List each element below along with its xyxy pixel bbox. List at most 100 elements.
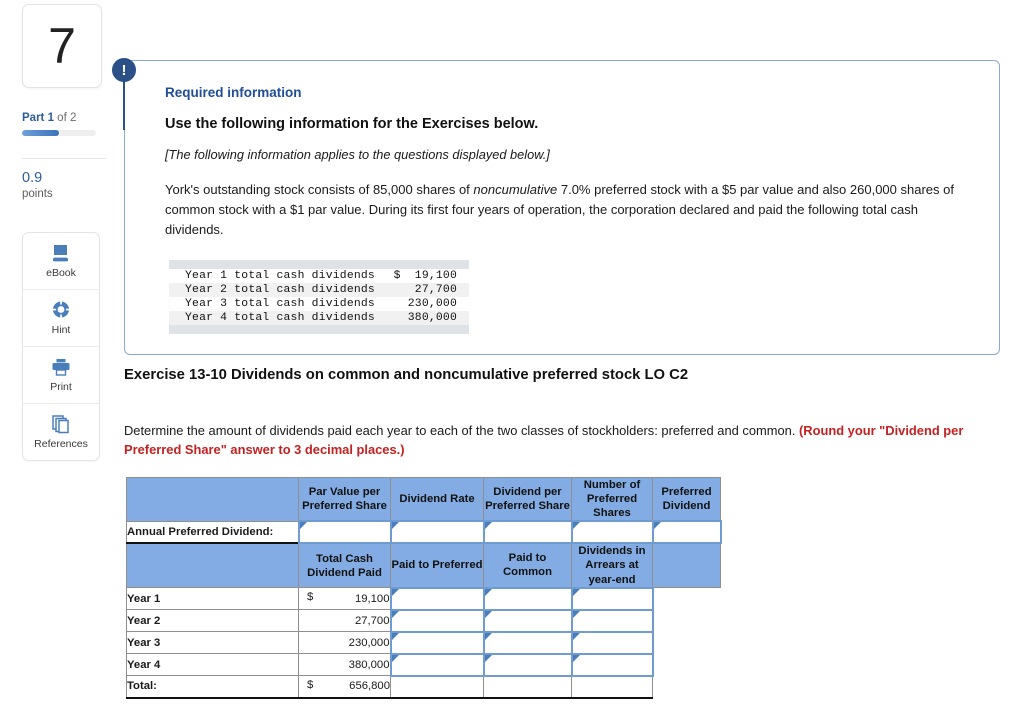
required-information-heading: Use the following information for the Ex… — [165, 116, 539, 132]
ebook-button[interactable]: eBook — [23, 233, 99, 290]
input-dividend-rate[interactable] — [389, 520, 485, 545]
header-par-value: Par Value per Preferred Share — [298, 477, 391, 522]
table-header-row-second: Total Cash Dividend Paid Paid to Preferr… — [126, 542, 721, 589]
input-paid-to-common-year-2[interactable] — [482, 608, 573, 633]
references-button[interactable]: References — [23, 404, 99, 460]
question-number-card: 7 — [22, 4, 102, 88]
input-paid-to-common-year-3[interactable] — [482, 630, 573, 655]
input-paid-to-preferred-year-1[interactable] — [389, 586, 485, 611]
question-left-rail: 7 Part 1 of 2 0.9 points eBook Hint Prin… — [0, 0, 112, 711]
print-button[interactable]: Print — [23, 347, 99, 404]
input-paid-to-common-year-4[interactable] — [482, 652, 573, 677]
header-cell-blank — [126, 477, 299, 522]
question-number: 7 — [48, 18, 76, 74]
header-total-cash-dividend-paid: Total Cash Dividend Paid — [298, 542, 391, 589]
dividend-summary-amount: $ 19,100 — [394, 270, 457, 282]
body-emphasis: noncumulative — [473, 182, 558, 197]
instruction-normal: Determine the amount of dividends paid e… — [124, 423, 799, 438]
header-number-preferred-shares: Number of Preferred Shares — [571, 477, 653, 522]
header-cell-blank-second — [126, 542, 299, 589]
dividend-summary-label: Year 2 total cash dividends — [185, 284, 375, 297]
input-arrears-year-3[interactable] — [570, 630, 654, 655]
header-paid-to-common: Paid to Common — [483, 542, 572, 589]
required-information-note: [The following information applies to th… — [165, 147, 550, 162]
cell-empty-year-2 — [652, 609, 721, 632]
rail-divider — [22, 158, 106, 159]
progress-fill — [22, 130, 59, 136]
hint-button[interactable]: Hint — [23, 290, 99, 347]
cell-total-paid-to-preferred — [390, 675, 484, 699]
input-dividend-per-preferred-share[interactable] — [482, 520, 573, 545]
exercise-instruction: Determine the amount of dividends paid e… — [124, 421, 994, 460]
dividend-answer-table: Par Value per Preferred Share Dividend R… — [126, 477, 722, 699]
cell-empty-year-3 — [652, 631, 721, 654]
points-value: 0.9 — [22, 170, 43, 186]
header-dividends-in-arrears: Dividends in Arrears at year-end — [571, 542, 653, 589]
exercise-title: Exercise 13-10 Dividends on common and n… — [124, 367, 689, 383]
amount-value: 656,800 — [349, 680, 390, 693]
required-information-body: York's outstanding stock consists of 85,… — [165, 180, 965, 239]
life-ring-icon — [50, 300, 72, 321]
dividend-summary-amount: 27,700 — [401, 284, 457, 296]
part-suffix: of 2 — [53, 112, 77, 124]
table-row: Year 3 230,000 — [126, 630, 721, 655]
input-preferred-dividend[interactable] — [651, 520, 722, 545]
dividend-summary-currency: $ — [393, 270, 401, 283]
alert-stem — [123, 80, 125, 130]
cell-total-cash-year-3: 230,000 — [298, 631, 391, 655]
cell-total-arrears — [571, 675, 653, 699]
table-row: Year 2 27,700 — [126, 608, 721, 633]
dividend-summary-row: Year 1 total cash dividends $ 19,100 — [169, 269, 469, 283]
header-paid-to-preferred: Paid to Preferred — [390, 542, 484, 589]
ebook-label: eBook — [46, 267, 76, 279]
dividend-summary-amount: 380,000 — [401, 312, 457, 324]
dividend-summary-cap-top — [169, 260, 469, 270]
cell-empty-year-1 — [652, 587, 721, 610]
input-paid-to-common-year-1[interactable] — [482, 586, 573, 611]
table-row: Year 1 $19,100 — [126, 586, 721, 611]
dividend-summary-row: Year 3 total cash dividends 230,000 — [169, 297, 469, 311]
row-label-year-3: Year 3 — [126, 631, 299, 655]
input-paid-to-preferred-year-3[interactable] — [389, 630, 485, 655]
body-text-part1: York's outstanding stock consists of 85,… — [165, 182, 474, 197]
row-label-total: Total: — [126, 675, 299, 699]
hint-label: Hint — [51, 324, 71, 336]
cell-empty-year-4 — [652, 653, 721, 676]
cell-total-cash-total: $656,800 — [298, 675, 391, 699]
annual-preferred-dividend-row: Annual Preferred Dividend: — [126, 520, 722, 545]
table-total-row: Total: $656,800 — [126, 675, 721, 699]
part-progress: Part 1 of 2 — [22, 112, 102, 136]
row-label-year-4: Year 4 — [126, 653, 299, 677]
annual-preferred-dividend-label: Annual Preferred Dividend: — [126, 520, 299, 544]
table-header-row-top: Par Value per Preferred Share Dividend R… — [126, 477, 721, 522]
input-paid-to-preferred-year-4[interactable] — [389, 652, 485, 677]
points-block: 0.9 points — [22, 170, 53, 202]
input-number-of-preferred-shares[interactable] — [570, 520, 654, 545]
printer-icon — [50, 357, 72, 378]
print-label: Print — [50, 381, 72, 393]
input-arrears-year-1[interactable] — [570, 586, 654, 611]
amount-value: 380,000 — [348, 658, 390, 671]
header-preferred-dividend: Preferred Dividend — [652, 477, 721, 522]
points-label: points — [22, 187, 53, 200]
references-label: References — [34, 438, 88, 450]
tool-button-stack: eBook Hint Print References — [22, 232, 100, 461]
table-row: Year 4 380,000 — [126, 652, 721, 677]
input-paid-to-preferred-year-2[interactable] — [389, 608, 485, 633]
dividend-summary-value: 27,700 — [407, 284, 457, 297]
input-arrears-year-2[interactable] — [570, 608, 654, 633]
amount-value: 19,100 — [354, 592, 390, 605]
header-cell-blank-second-right — [652, 542, 721, 589]
input-par-value-per-preferred-share[interactable] — [297, 520, 392, 545]
copy-pages-icon — [50, 414, 72, 435]
dividend-summary-label: Year 3 total cash dividends — [185, 298, 375, 311]
currency-symbol: $ — [307, 679, 314, 692]
dividend-summary-label: Year 1 total cash dividends — [185, 270, 375, 283]
part-prefix: Part — [22, 112, 48, 124]
currency-symbol: $ — [307, 591, 314, 604]
cell-total-paid-to-common — [483, 675, 572, 699]
dividend-summary-amount: 230,000 — [401, 298, 457, 310]
row-label-year-2: Year 2 — [126, 609, 299, 633]
cell-total-cash-year-4: 380,000 — [298, 653, 391, 677]
input-arrears-year-4[interactable] — [570, 652, 654, 677]
